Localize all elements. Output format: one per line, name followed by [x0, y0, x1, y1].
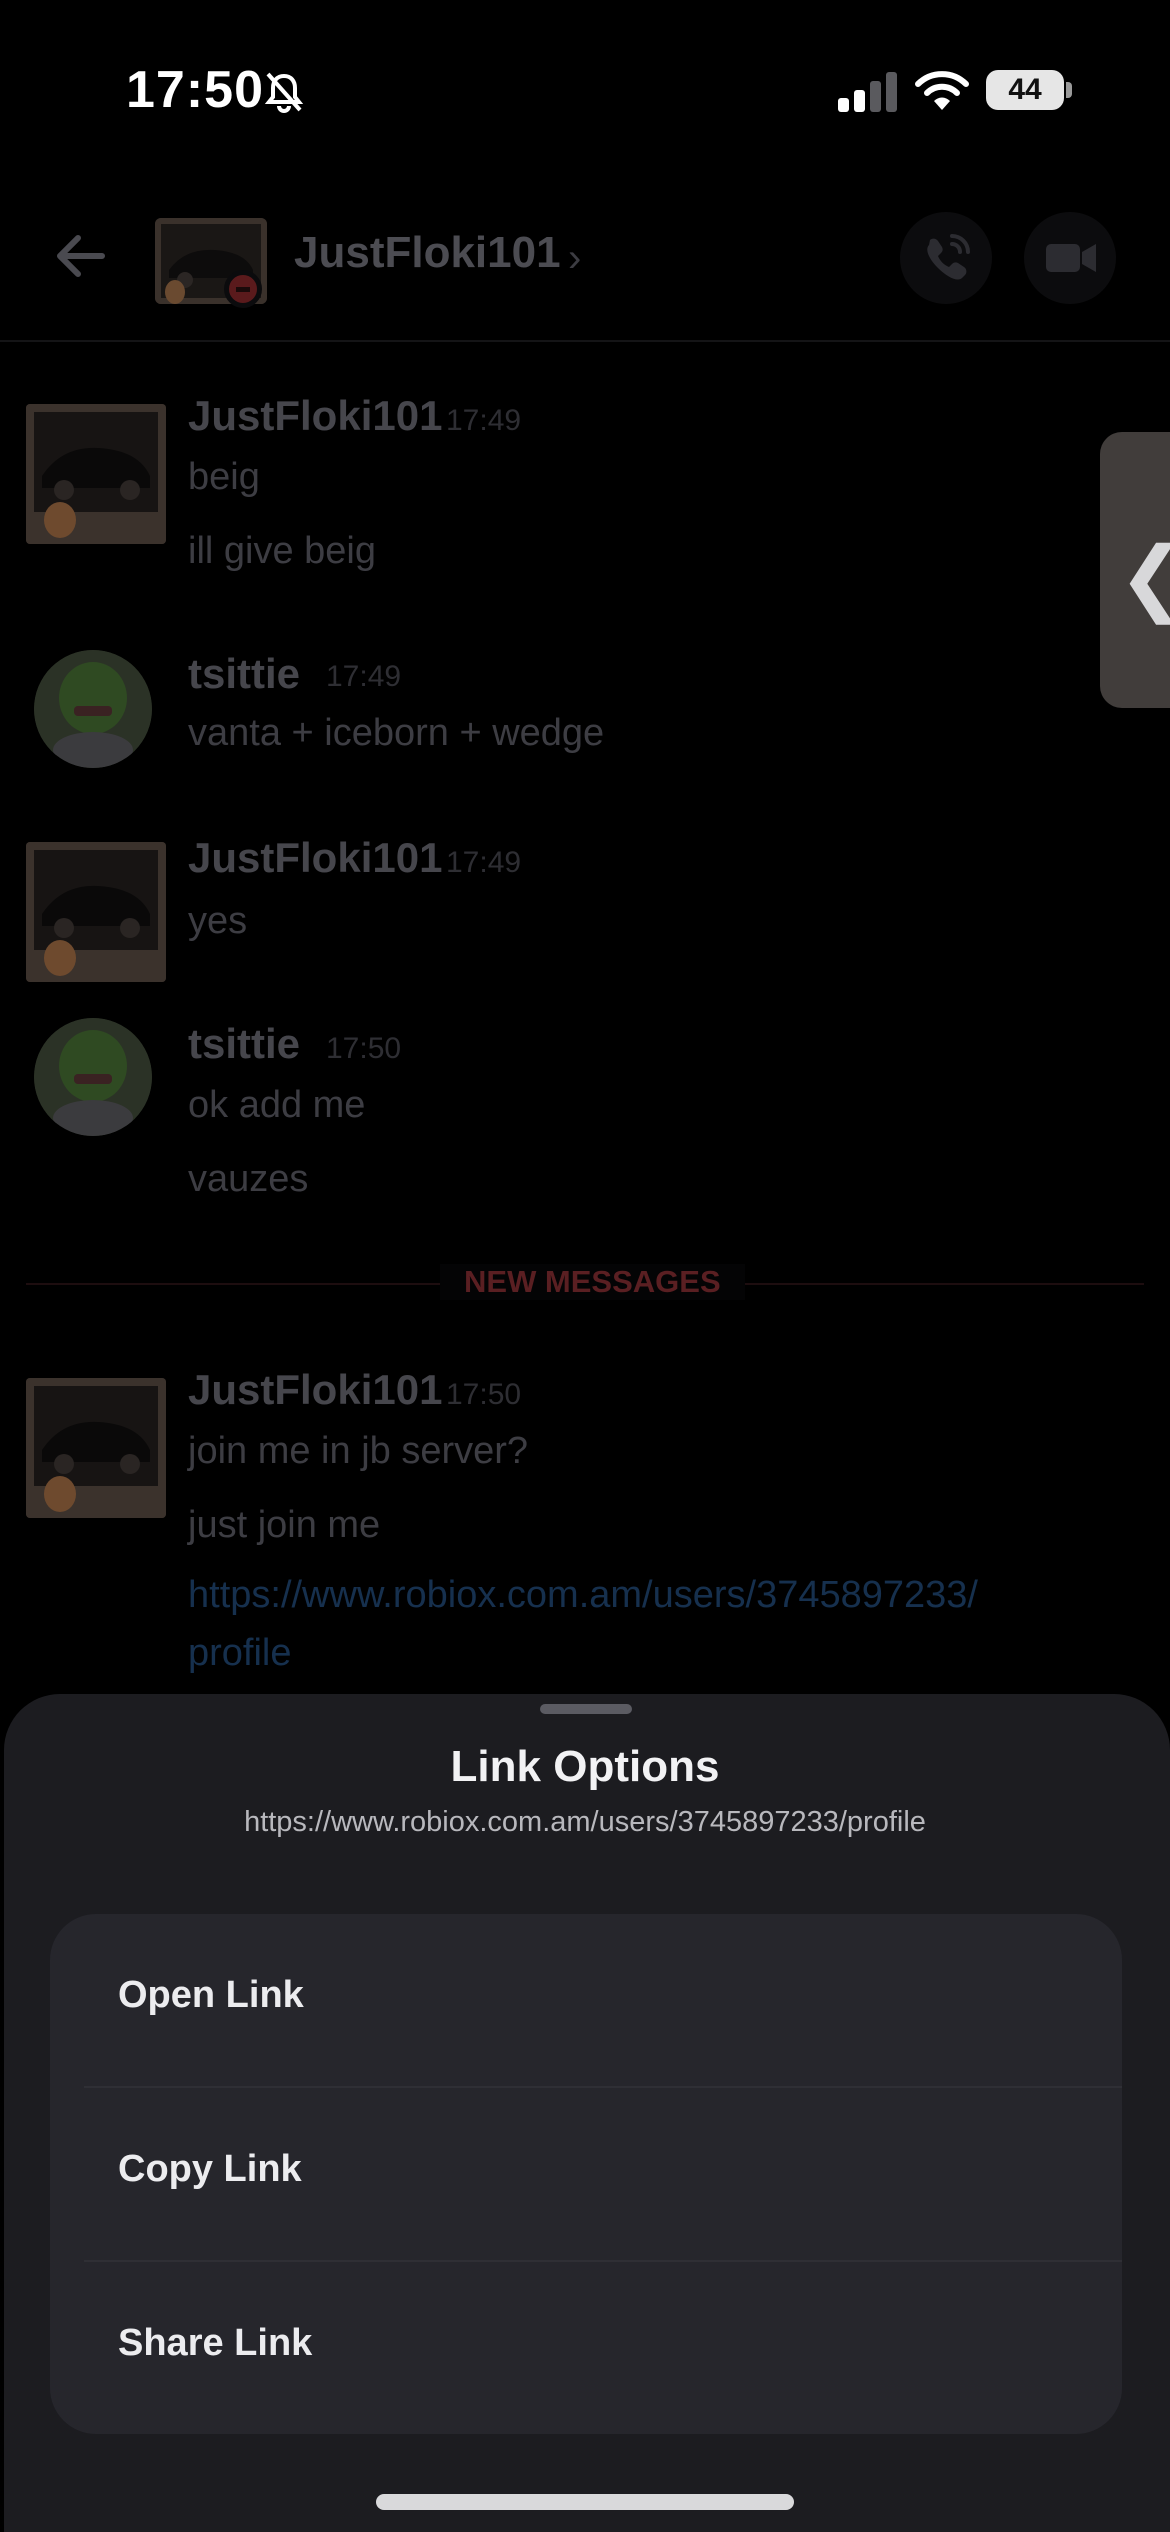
home-indicator[interactable] [376, 2494, 794, 2510]
copy-link-button[interactable]: Copy Link [50, 2088, 1122, 2262]
do-not-disturb-status-icon [224, 270, 262, 308]
header-username[interactable]: JustFloki101 [294, 228, 561, 278]
message-timestamp: 17:50 [446, 1378, 522, 1411]
video-call-button[interactable] [1024, 212, 1116, 304]
chevron-right-icon[interactable]: › [568, 236, 581, 281]
message-text: ill give beig [188, 530, 376, 572]
sheet-url: https://www.robiox.com.am/users/37458972… [244, 1806, 926, 1838]
muted-bell-icon [262, 70, 306, 119]
status-time: 17:50 [126, 61, 264, 119]
message-author[interactable]: JustFloki101 [188, 834, 442, 882]
sheet-title: Link Options [450, 1742, 720, 1791]
open-link-button[interactable]: Open Link [50, 1914, 1122, 2088]
sheet-grabber[interactable] [540, 1704, 632, 1714]
avatar[interactable] [34, 650, 152, 768]
message-text: join me in jb server? [188, 1430, 529, 1472]
message-text: just join me [188, 1504, 381, 1546]
link-options-group: Open Link Copy Link Share Link [50, 1914, 1122, 2434]
message-timestamp: 17:50 [326, 1032, 402, 1065]
phone-call-icon [927, 234, 970, 280]
message-author[interactable]: JustFloki101 [188, 392, 442, 440]
chevron-left-icon[interactable]: ❮ [1118, 530, 1170, 625]
message-timestamp: 17:49 [446, 846, 522, 879]
message-timestamp: 17:49 [326, 660, 402, 693]
message-text: vauzes [188, 1158, 309, 1200]
cell-signal-icon [838, 72, 898, 117]
message-link[interactable]: https://www.robiox.com.am/users/37458972… [188, 1574, 978, 1617]
message-author[interactable]: tsittie [188, 1020, 300, 1068]
message-text: ok add me [188, 1084, 366, 1126]
message-text: vanta + iceborn + wedge [188, 712, 605, 754]
battery-tip [1066, 82, 1072, 98]
message-timestamp: 17:49 [446, 404, 522, 437]
message-author[interactable]: tsittie [188, 650, 300, 698]
message-author[interactable]: JustFloki101 [188, 1366, 442, 1414]
battery-indicator: 44 [986, 70, 1064, 110]
option-label: Copy Link [118, 2148, 302, 2190]
voice-call-button[interactable] [900, 212, 992, 304]
message-text: beig [188, 456, 260, 498]
share-link-button[interactable]: Share Link [50, 2262, 1122, 2434]
option-label: Share Link [118, 2322, 313, 2364]
avatar[interactable] [26, 842, 166, 982]
message-link[interactable]: profile [188, 1632, 292, 1675]
video-call-icon [1046, 244, 1096, 272]
option-label: Open Link [118, 1974, 304, 2016]
avatar[interactable] [26, 404, 166, 544]
back-arrow-icon[interactable] [52, 228, 108, 289]
wifi-icon [914, 68, 970, 117]
avatar[interactable] [26, 1378, 166, 1518]
avatar[interactable] [34, 1018, 152, 1136]
message-text: yes [188, 900, 248, 942]
new-messages-label: NEW MESSAGES [440, 1264, 745, 1300]
